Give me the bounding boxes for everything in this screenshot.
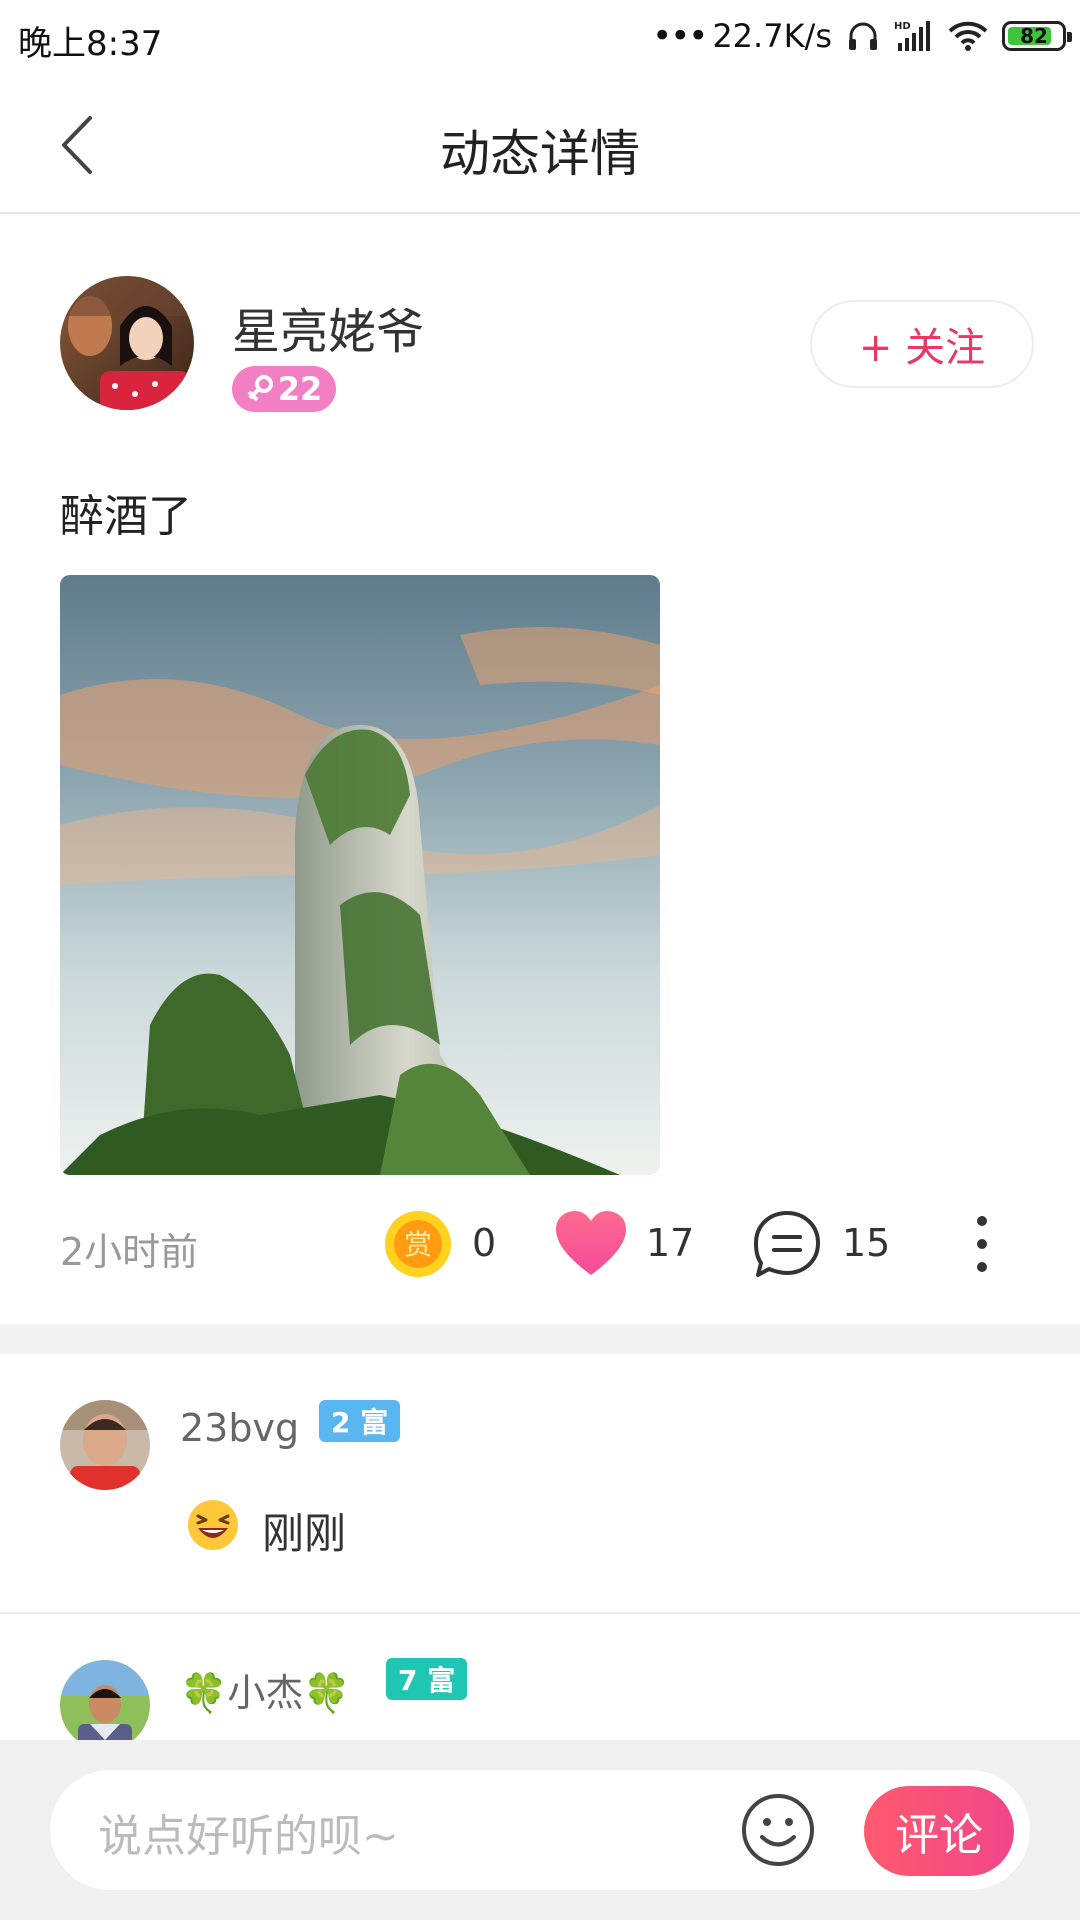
laughing-emoji-icon [188, 1500, 238, 1550]
post-text: 醉酒了 [60, 491, 192, 542]
headphones-icon [849, 22, 877, 50]
top-navigation: 动态详情 [0, 74, 1080, 214]
follow-button[interactable]: + 关注 [810, 300, 1034, 388]
status-bar: 晚上8:37 ••• 22.7K/s HD 82 [0, 0, 1080, 74]
comment-count: 15 [842, 1221, 891, 1265]
post-meta-row: 2小时前 赏 0 17 15 [0, 1205, 1080, 1285]
wealth-level-badge: 2 富 [319, 1400, 401, 1442]
network-speed: 22.7K/s [712, 17, 832, 55]
author-avatar[interactable] [60, 276, 194, 410]
comment-composer: 说点好听的呗~ 评论 [0, 1740, 1080, 1920]
reward-count: 0 [472, 1221, 497, 1265]
author-age: 22 [277, 370, 323, 408]
more-options-icon[interactable] [970, 1213, 994, 1275]
author-name[interactable]: 星亮姥爷 [232, 292, 424, 362]
battery-percent: 82 [1020, 24, 1048, 48]
more-notifications-icon: ••• [652, 16, 708, 56]
comment-input[interactable]: 说点好听的呗~ 评论 [50, 1770, 1030, 1890]
commenter-avatar[interactable] [60, 1400, 150, 1490]
commenter-avatar[interactable] [60, 1660, 150, 1750]
reward-coin-icon[interactable]: 赏 [383, 1209, 453, 1279]
commenter-name[interactable]: 23bvg [180, 1406, 299, 1450]
post-time: 2小时前 [60, 1230, 199, 1274]
submit-comment-button[interactable]: 评论 [864, 1786, 1014, 1876]
status-time: 晚上8:37 [18, 24, 163, 64]
section-divider [0, 1324, 1080, 1354]
commenter-name[interactable]: 🍀小杰🍀 [180, 1662, 351, 1717]
status-icons: ••• 22.7K/s HD 82 [652, 14, 1072, 58]
comment-text: 刚刚 [262, 1509, 347, 1558]
wifi-icon [948, 21, 988, 51]
like-count: 17 [646, 1221, 695, 1265]
signal-icon: HD [894, 21, 930, 51]
female-icon [247, 375, 273, 402]
post-photo[interactable] [60, 575, 660, 1175]
comment-input-placeholder: 说点好听的呗~ [98, 1811, 399, 1862]
gender-age-badge: 22 [232, 366, 336, 412]
page-title: 动态详情 [440, 125, 640, 183]
heart-icon[interactable] [554, 1209, 628, 1279]
smiley-emoji-icon[interactable] [740, 1792, 816, 1868]
svg-text:HD: HD [894, 21, 911, 32]
comment-bubble-icon[interactable] [752, 1209, 822, 1279]
reward-coin-label: 赏 [404, 1228, 432, 1261]
comment-divider [0, 1612, 1080, 1614]
wealth-level-badge: 7 富 [386, 1658, 468, 1700]
battery-icon: 82 [1002, 21, 1072, 51]
